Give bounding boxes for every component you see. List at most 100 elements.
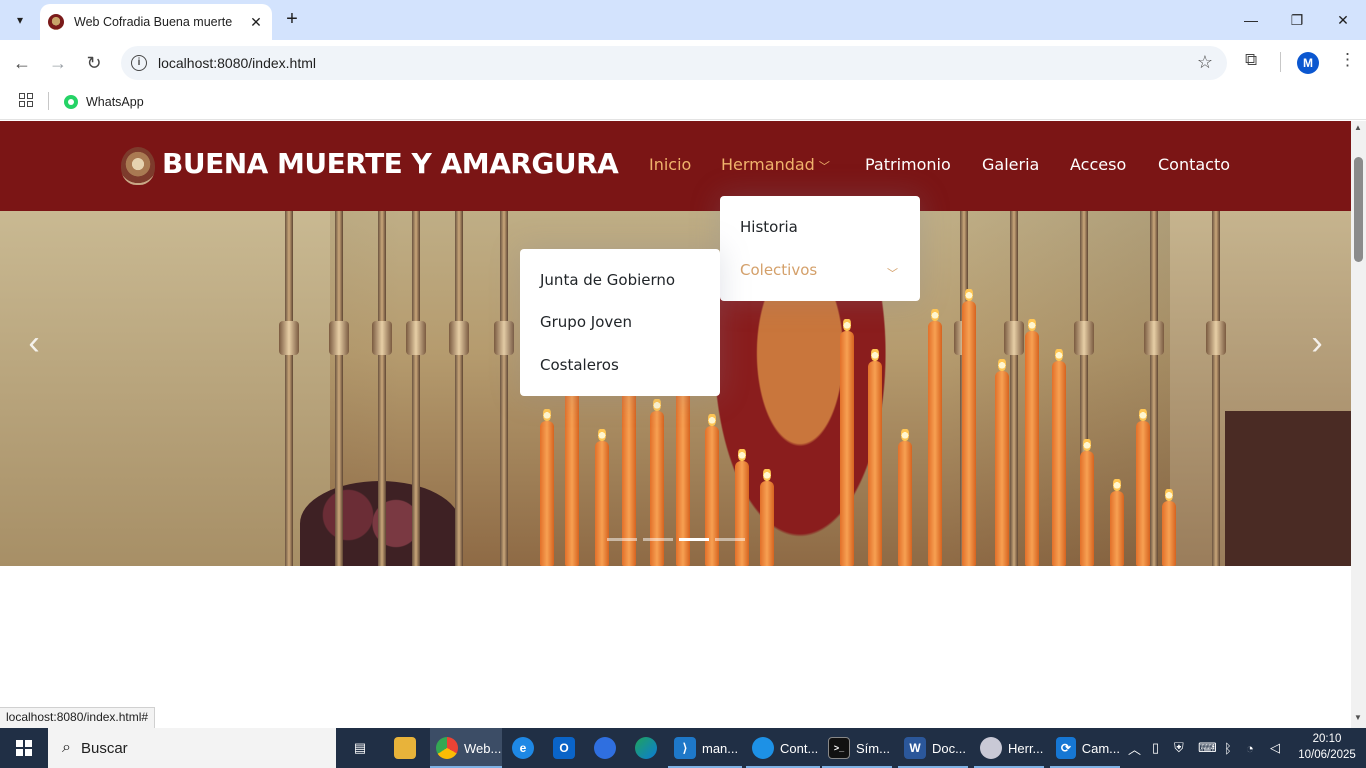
start-button[interactable]: [0, 728, 48, 768]
candle: [760, 467, 774, 566]
dropdown-item-historia[interactable]: Historia: [740, 218, 798, 236]
site-favicon-icon: [48, 14, 64, 30]
taskbar-cam[interactable]: ⟳ Cam...: [1050, 728, 1120, 768]
wifi-icon[interactable]: ◔: [1246, 728, 1254, 768]
camera-app-icon: ⟳: [1056, 737, 1076, 759]
carousel-indicator[interactable]: [643, 538, 673, 541]
file-explorer-icon[interactable]: [394, 728, 422, 768]
chevron-down-icon: ﹀: [818, 160, 830, 173]
site-brand[interactable]: BUENA MUERTE Y AMARGURA: [162, 147, 619, 180]
minimize-button[interactable]: —: [1228, 0, 1274, 40]
bookmark-whatsapp[interactable]: WhatsApp: [64, 92, 144, 112]
taskbar-docker[interactable]: Cont...: [746, 728, 820, 768]
submenu-item-costaleros[interactable]: Costaleros: [540, 356, 619, 374]
nav-inicio[interactable]: Inicio: [649, 155, 691, 174]
taskbar-word[interactable]: W Doc...: [898, 728, 968, 768]
task-view-icon[interactable]: ▤: [348, 728, 372, 768]
status-bar-url: localhost:8080/index.html#: [0, 707, 156, 728]
taskbar-vscode[interactable]: ⟩ man...: [668, 728, 742, 768]
address-url[interactable]: localhost:8080/index.html: [158, 55, 316, 71]
chrome-icon: [436, 737, 458, 759]
site-info-icon[interactable]: i: [131, 55, 147, 71]
candelabra-pole: [329, 211, 349, 566]
page-scrollbar[interactable]: ▲ ▼: [1351, 121, 1366, 728]
web-page: BUENA MUERTE Y AMARGURA Inicio Hermandad…: [0, 121, 1351, 728]
carousel-indicator[interactable]: [715, 538, 745, 541]
clock-time: 20:10: [1312, 733, 1342, 745]
extensions-icon[interactable]: ⧉: [1245, 50, 1257, 70]
carousel-prev-icon[interactable]: ‹: [19, 323, 49, 363]
edge-icon[interactable]: [635, 728, 663, 768]
submenu-item-grupo-joven[interactable]: Grupo Joven: [540, 313, 632, 331]
apps-grid-icon[interactable]: [19, 93, 33, 107]
back-button[interactable]: ←: [7, 48, 37, 78]
internet-explorer-icon[interactable]: e: [512, 728, 540, 768]
taskbar-docker-label: Cont...: [780, 740, 819, 756]
candelabra-pole: [372, 211, 392, 566]
clock-date: 10/06/2025: [1298, 749, 1356, 761]
whatsapp-icon: [64, 95, 78, 109]
reload-button[interactable]: ↻: [79, 48, 109, 78]
candle: [1080, 437, 1094, 566]
candelabra-pole: [1144, 211, 1164, 566]
keyboard-language-icon[interactable]: ⌨: [1198, 728, 1217, 768]
security-shield-icon[interactable]: ⛨: [1174, 728, 1184, 768]
scroll-up-icon[interactable]: ▲: [1354, 123, 1362, 132]
taskbar-tool[interactable]: Herr...: [974, 728, 1044, 768]
show-hidden-icons[interactable]: ︿: [1128, 728, 1141, 768]
candle: [565, 377, 579, 566]
taskbar-chrome[interactable]: Web...: [430, 728, 502, 768]
carousel-next-icon[interactable]: ›: [1302, 323, 1332, 363]
bookmark-star-icon[interactable]: ☆: [1197, 52, 1213, 73]
taskbar-search[interactable]: ⌕ Buscar: [48, 728, 336, 768]
browser-tab-strip: ▾ Web Cofradia Buena muerte ✕ + — ❐ ✕: [0, 0, 1366, 40]
browser-tab-active[interactable]: Web Cofradia Buena muerte ✕: [40, 4, 272, 40]
tab-title: Web Cofradia Buena muerte: [74, 15, 233, 29]
tab-close-icon[interactable]: ✕: [248, 14, 264, 31]
candle: [540, 407, 554, 566]
candle: [622, 357, 636, 566]
hero-photo-panel: [1225, 411, 1351, 566]
carousel-indicator[interactable]: [607, 538, 637, 541]
close-window-button[interactable]: ✕: [1320, 0, 1366, 40]
candle: [650, 397, 664, 566]
candle: [962, 287, 976, 566]
dropdown-item-colectivos[interactable]: Colectivos: [740, 261, 817, 279]
browser-menu-icon[interactable]: ⋮: [1339, 50, 1356, 70]
battery-icon[interactable]: ▯: [1152, 728, 1159, 768]
brotherhood-emblem-logo[interactable]: [121, 147, 155, 185]
profile-avatar[interactable]: M: [1297, 52, 1319, 74]
restore-button[interactable]: ❐: [1274, 0, 1320, 40]
bluetooth-icon[interactable]: ᛒ: [1224, 728, 1232, 768]
candle: [1025, 317, 1039, 566]
outlook-icon[interactable]: O: [553, 728, 581, 768]
taskbar-search-placeholder: Buscar: [80, 739, 128, 757]
terminal-icon: >_: [828, 737, 850, 759]
volume-icon[interactable]: ◁: [1270, 728, 1280, 768]
nav-patrimonio[interactable]: Patrimonio: [865, 155, 951, 174]
candle: [840, 317, 854, 566]
nav-hermandad[interactable]: Hermandad ﹀: [721, 155, 830, 174]
candelabra-pole: [1004, 211, 1024, 566]
taskbar-chrome-label: Web...: [464, 740, 502, 756]
candelabra-pole: [494, 211, 514, 566]
nav-contacto[interactable]: Contacto: [1158, 155, 1230, 174]
taskbar-vscode-label: man...: [702, 740, 739, 756]
carousel-indicator-active[interactable]: [679, 538, 709, 541]
taskbar-terminal[interactable]: >_ Sím...: [822, 728, 892, 768]
taskbar-clock[interactable]: 20:10 10/06/2025: [1294, 731, 1360, 763]
docker-icon: [752, 737, 774, 759]
submenu-item-junta[interactable]: Junta de Gobierno: [540, 271, 675, 289]
firefox-icon[interactable]: [594, 728, 622, 768]
snipping-tool-icon: [980, 737, 1002, 759]
address-bar[interactable]: i localhost:8080/index.html ☆: [121, 46, 1227, 80]
word-icon: W: [904, 737, 926, 759]
search-icon: ⌕: [62, 739, 71, 756]
scroll-down-icon[interactable]: ▼: [1354, 713, 1362, 722]
new-tab-button[interactable]: +: [280, 8, 304, 32]
nav-galeria[interactable]: Galeria: [982, 155, 1039, 174]
tab-search-button[interactable]: ▾: [6, 7, 34, 33]
forward-button[interactable]: →: [43, 48, 73, 78]
nav-acceso[interactable]: Acceso: [1070, 155, 1126, 174]
scrollbar-thumb[interactable]: [1354, 157, 1363, 262]
